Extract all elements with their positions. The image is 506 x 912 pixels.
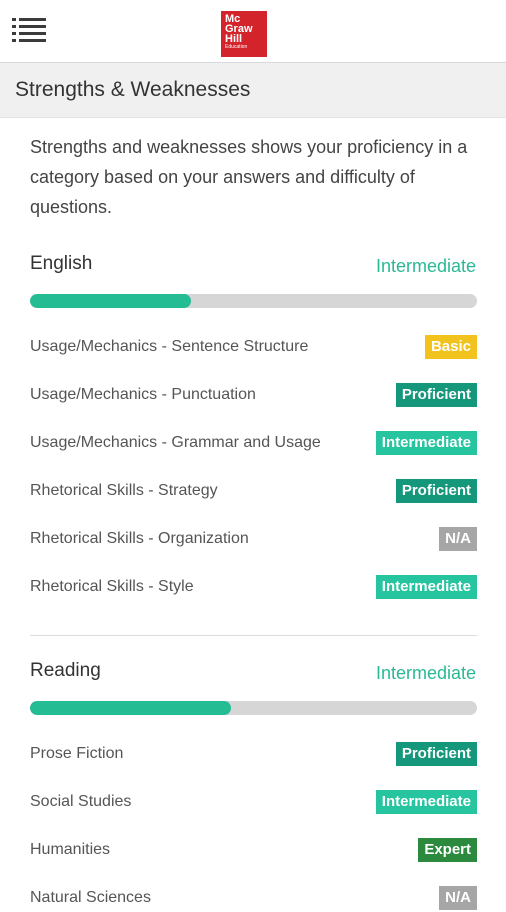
proficiency-badge: Intermediate	[375, 575, 477, 599]
logo-text-hill: Hill	[225, 33, 243, 45]
subject-progress-bar	[30, 701, 477, 715]
category-label: Usage/Mechanics - Punctuation	[30, 386, 256, 403]
proficiency-badge: Intermediate	[375, 790, 477, 814]
category-row[interactable]: Rhetorical Skills - Organization N/A	[30, 527, 477, 553]
proficiency-badge: N/A	[439, 886, 477, 910]
proficiency-badge: Basic	[424, 335, 477, 359]
intro-text: Strengths and weaknesses shows your prof…	[30, 137, 468, 217]
category-row[interactable]: Rhetorical Skills - Style Intermediate	[30, 575, 477, 601]
proficiency-badge: Expert	[418, 838, 477, 862]
subject-name-reading: Reading	[30, 660, 101, 681]
proficiency-badge: Proficient	[395, 383, 477, 407]
category-label: Humanities	[30, 841, 111, 858]
category-row[interactable]: Rhetorical Skills - Strategy Proficient	[30, 479, 477, 505]
subject-name-english: English	[30, 253, 93, 274]
category-label: Natural Sciences	[30, 889, 151, 906]
category-row[interactable]: Usage/Mechanics - Sentence Structure Basi…	[30, 335, 477, 361]
progress-fill	[30, 701, 232, 715]
category-label: Rhetorical Skills - Strategy	[30, 482, 218, 499]
category-label: Usage/Mechanics - Grammar and Usage	[30, 434, 321, 451]
category-row[interactable]: Usage/Mechanics - Punctuation Proficient	[30, 383, 477, 409]
proficiency-badge: N/A	[439, 527, 477, 551]
category-label: Rhetorical Skills - Organization	[30, 530, 249, 547]
category-row[interactable]: Social Studies Intermediate	[30, 790, 477, 816]
logo-text-education: Education	[225, 44, 248, 50]
progress-fill	[30, 294, 191, 308]
mcgraw-hill-logo[interactable]: Mc Graw Hill Education	[221, 11, 267, 57]
proficiency-badge: Intermediate	[375, 431, 477, 455]
category-label: Prose Fiction	[30, 745, 124, 762]
section-divider	[30, 635, 477, 636]
category-row[interactable]: Prose Fiction Proficient	[30, 742, 477, 768]
category-row[interactable]: Natural Sciences N/A	[30, 886, 477, 912]
category-label: Social Studies	[30, 793, 132, 810]
subject-level-reading: Intermediate	[375, 663, 476, 683]
category-label: Usage/Mechanics - Sentence Structure	[30, 338, 309, 355]
category-row[interactable]: Humanities Expert	[30, 838, 477, 864]
subject-progress-bar	[30, 294, 477, 308]
subject-level-english: Intermediate	[375, 256, 476, 276]
page-header: Strengths & Weaknesses	[0, 63, 506, 118]
hamburger-menu-icon[interactable]	[12, 16, 46, 44]
proficiency-badge: Proficient	[395, 479, 477, 503]
page-title: Strengths & Weaknesses	[15, 78, 251, 101]
category-row[interactable]: Usage/Mechanics - Grammar and Usage Inter…	[30, 431, 477, 457]
category-label: Rhetorical Skills - Style	[30, 578, 194, 595]
proficiency-badge: Proficient	[395, 742, 477, 766]
top-bar: Mc Graw Hill Education	[0, 0, 506, 63]
